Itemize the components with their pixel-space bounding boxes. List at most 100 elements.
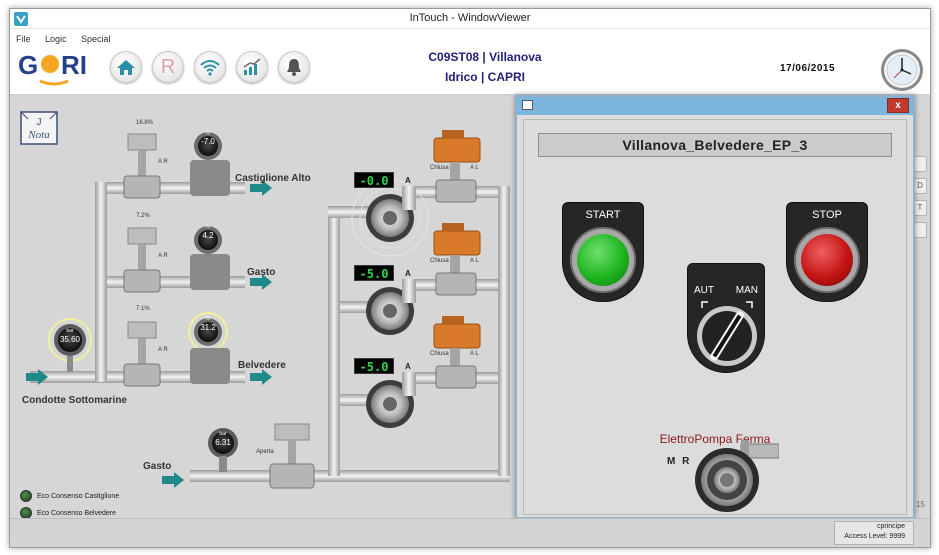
motor-valve-2-state: Chiusa xyxy=(430,258,449,264)
chart-icon xyxy=(243,58,261,75)
pump-2 xyxy=(366,279,416,335)
home-icon xyxy=(117,60,135,75)
inlet-pressure-value: 35.60 xyxy=(59,335,81,344)
valve-gasto xyxy=(123,227,161,293)
motor-valve-1-state: Chiusa xyxy=(430,165,449,171)
start-label: START xyxy=(585,209,621,221)
pump-3 xyxy=(366,372,416,428)
r-button[interactable]: R xyxy=(152,51,184,83)
start-button[interactable] xyxy=(570,227,636,293)
ar-label-2: A R xyxy=(158,253,168,259)
menu-logic[interactable]: Logic xyxy=(41,32,71,46)
header: G RI R C09ST08 | Villanova Idrico | CAPR… xyxy=(10,45,930,95)
svg-text:Nota: Nota xyxy=(27,129,50,141)
pump-2-current: -5.0 xyxy=(354,265,394,281)
site-name: Idrico | CAPRI xyxy=(444,70,526,84)
motor-valve-3-state: Chiusa xyxy=(430,351,449,357)
access-level: Access Level: 9999 xyxy=(844,533,905,540)
gori-logo: G RI xyxy=(18,50,87,86)
inlet-pressure-unit: bar xyxy=(66,328,74,334)
motor-valve-2-mode: A L xyxy=(470,258,479,264)
popup-window-icon xyxy=(522,100,533,110)
home-button[interactable] xyxy=(110,51,142,83)
synoptic-area: Nota J Castiglione Alto Gasto Belvedere … xyxy=(10,95,930,519)
valve-pct-gasto: 7.2% xyxy=(136,213,150,219)
start-button-housing: START xyxy=(562,202,644,302)
eco-consenso-castiglione: Eco Consenso Castiglione xyxy=(20,490,119,502)
edge-button-2[interactable]: D xyxy=(913,178,927,194)
pump-control-popup: x Villanova_Belvedere_EP_3 START STOP AU… xyxy=(515,95,915,519)
window-title: InTouch - WindowViewer xyxy=(409,12,531,24)
popup-close-button[interactable]: x xyxy=(887,98,909,113)
label-gasto-inlet: Gasto xyxy=(143,461,172,472)
user-info: cprincipe Access Level: 9999 xyxy=(834,521,914,545)
edge-button-4[interactable] xyxy=(913,222,927,238)
pump-3-unit: A xyxy=(405,362,411,371)
motor-valve-3-mode: A L xyxy=(470,351,479,357)
flow-unit-castiglione: l/s xyxy=(205,130,211,136)
valve-pct-castiglione: 16.8% xyxy=(136,120,154,126)
label-castiglione-alto: Castiglione Alto xyxy=(235,173,311,184)
lamp-icon xyxy=(20,490,32,502)
mode-selector-switch[interactable] xyxy=(688,264,766,374)
wifi-icon xyxy=(200,60,220,76)
clock-icon xyxy=(881,49,923,91)
page-number: 15 xyxy=(916,500,925,509)
ar-label-3: A R xyxy=(158,347,168,353)
stop-button-housing: STOP xyxy=(786,202,868,302)
status-bar: cprincipe Access Level: 9999 xyxy=(10,518,930,547)
ar-label-1: A R xyxy=(158,159,168,165)
gasto-pressure-value: 6.31 xyxy=(215,438,231,447)
edge-button-1[interactable] xyxy=(913,156,927,172)
gasto-pressure-unit: bar xyxy=(219,431,227,437)
pump-3-current: -5.0 xyxy=(354,358,394,374)
motor-valve-1-mode: A L xyxy=(470,165,479,171)
wifi-button[interactable] xyxy=(194,51,226,83)
pump-1-current: -0.0 xyxy=(354,172,394,188)
stop-button[interactable] xyxy=(794,227,860,293)
pump-mode-label: M R xyxy=(667,456,692,467)
edge-button-3[interactable]: T xyxy=(913,200,927,216)
electric-pump-icon xyxy=(695,440,779,512)
bell-icon xyxy=(287,59,301,76)
gasto-valve xyxy=(269,423,315,489)
flow-unit-gasto: l/s xyxy=(205,224,211,230)
user-name: cprincipe xyxy=(876,523,905,530)
popup-equipment-title: Villanova_Belvedere_EP_3 xyxy=(538,133,892,157)
chart-button[interactable] xyxy=(236,51,268,83)
flow-value-castiglione: -7.0 xyxy=(201,137,215,146)
menu-special[interactable]: Special xyxy=(77,32,115,46)
title-bar: InTouch - WindowViewer xyxy=(10,9,930,29)
current-date: 17/06/2015 xyxy=(780,63,836,74)
label-gasto-branch: Gasto xyxy=(247,267,276,278)
mode-selector-housing: AUT MAN xyxy=(687,263,765,373)
start-button-cap xyxy=(577,234,629,286)
eco-belvedere-label: Eco Consenso Belvedere xyxy=(37,509,116,517)
svg-text:G: G xyxy=(18,50,38,80)
label-condotte-sottomarine: Condotte Sottomarine xyxy=(22,395,127,406)
flow-unit-belvedere: l/s xyxy=(205,316,211,322)
flow-value-belvedere: 31.2 xyxy=(200,323,216,332)
valve-belvedere xyxy=(123,321,161,387)
flow-value-gasto: 4.2 xyxy=(202,231,214,240)
svg-text:J: J xyxy=(37,117,42,128)
window: InTouch - WindowViewer File Logic Specia… xyxy=(9,8,931,548)
stop-button-cap xyxy=(801,234,853,286)
valve-castiglione xyxy=(123,133,161,199)
eco-castiglione-label: Eco Consenso Castiglione xyxy=(37,492,120,500)
nota-icon[interactable]: Nota J xyxy=(20,111,58,145)
r-icon: R xyxy=(160,55,176,78)
stop-label: STOP xyxy=(812,209,842,221)
inlet-pressure-gauge xyxy=(48,318,92,372)
popup-title-bar: x xyxy=(517,97,913,115)
menu-bar: File Logic Special xyxy=(10,29,930,45)
station-id: C09ST08 | Villanova xyxy=(428,50,542,64)
valve-pct-belvedere: 7.1% xyxy=(136,306,150,312)
label-belvedere: Belvedere xyxy=(238,360,286,371)
pump-2-unit: A xyxy=(405,269,411,278)
gasto-valve-state: Aperta xyxy=(256,449,274,455)
menu-file[interactable]: File xyxy=(12,32,35,46)
popup-body: Villanova_Belvedere_EP_3 START STOP AUT … xyxy=(523,119,907,515)
pump-1-unit: A xyxy=(405,176,411,185)
alarm-button[interactable] xyxy=(278,51,310,83)
